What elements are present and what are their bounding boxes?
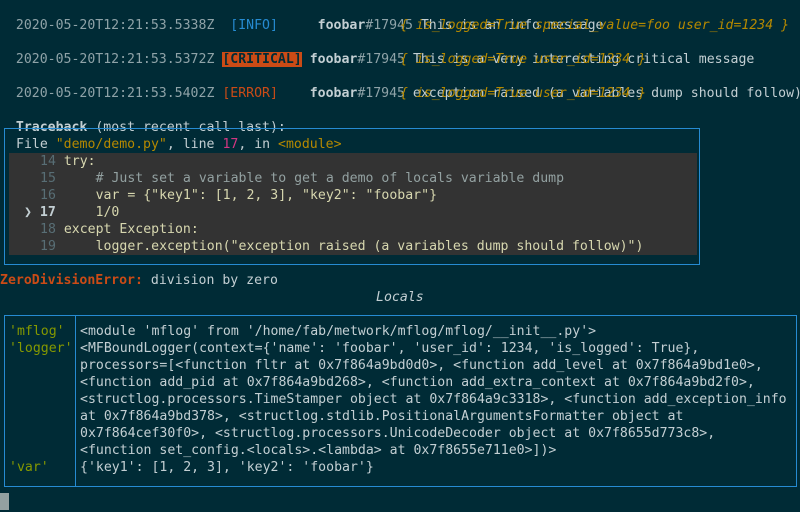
frame-module: <module>	[278, 137, 342, 152]
frame-in-word: , in	[238, 137, 279, 152]
log-context-critical: { is_logged=True user_id=1234 }	[400, 52, 647, 67]
local-value-logger-line: 0x7f864cef30f0>, <structlog.processors.U…	[80, 426, 716, 441]
code-line: 18 except Exception:	[40, 221, 199, 238]
code-line: 14 try:	[40, 153, 96, 170]
local-name-var: 'var'	[9, 460, 49, 475]
frame-location: File "demo/demo.py", line 17, in <module…	[16, 136, 342, 153]
log-timestamp: 2020-05-20T12:21:53.5338Z	[15, 18, 215, 33]
code-line-text: except Exception:	[63, 222, 199, 237]
code-line: 19 logger.exception("exception raised (a…	[40, 238, 643, 255]
log-timestamp: 2020-05-20T12:21:53.5372Z	[15, 52, 215, 67]
frame-line-word: , line	[166, 137, 223, 152]
code-line-number: 15	[40, 171, 56, 186]
code-line-number: 18	[40, 222, 56, 237]
code-line: 15 # Just set a variable to get a demo o…	[40, 170, 564, 187]
locals-title: Locals	[376, 290, 424, 305]
code-line-text: logger.exception("exception raised (a va…	[63, 239, 644, 254]
log-host: foobar	[309, 86, 358, 101]
exception-type: ZeroDivisionError:	[0, 273, 143, 288]
log-pid: #17945	[357, 52, 405, 67]
local-name-mflog: 'mflog'	[9, 324, 65, 339]
local-name-logger: 'logger'	[9, 341, 73, 356]
code-line-text: # Just set a variable to get a demo of l…	[63, 171, 565, 186]
current-line-marker-icon: ❯	[24, 205, 32, 220]
terminal-cursor[interactable]	[0, 493, 9, 510]
local-value-mflog: <module 'mflog' from '/home/fab/metwork/…	[80, 324, 597, 339]
local-value-logger-line: at 0x7f864a9bd378>, <structlog.stdlib.Po…	[80, 409, 684, 424]
local-value-logger-line: <structlog.processors.TimeStamper object…	[80, 392, 787, 407]
log-level-critical: [CRITICAL]	[222, 52, 302, 67]
local-value-logger-line: processors=[<function fltr at 0x7f864a9b…	[80, 358, 763, 373]
code-line-number: 19	[40, 239, 56, 254]
log-level-info: [INFO]	[230, 18, 278, 33]
log-host: foobar	[309, 52, 358, 67]
log-level-error: [ERROR]	[222, 86, 278, 101]
code-line-text: 1/0	[63, 205, 120, 220]
code-line-text: var = {"key1": [1, 2, 3], "key2": "fooba…	[63, 188, 438, 203]
code-line-number: 14	[40, 154, 56, 169]
frame-file-prefix: File	[16, 137, 56, 152]
local-value-var: {'key1': [1, 2, 3], 'key2': 'foobar'}	[80, 460, 374, 475]
log-context-error: { is_logged=True user_id=1234 }	[400, 86, 647, 101]
exception-line: ZeroDivisionError: division by zero	[0, 272, 278, 289]
code-line-current: ❯ 17 1/0	[24, 204, 119, 221]
code-line-number: 16	[40, 188, 56, 203]
code-line-number: 17	[39, 205, 56, 220]
code-line: 16 var = {"key1": [1, 2, 3], "key2": "fo…	[40, 187, 437, 204]
frame-file-name: "demo/demo.py"	[55, 137, 167, 152]
local-value-logger-line: <function add_pid at 0x7f864a9bd268>, <f…	[80, 375, 755, 390]
locals-column-divider	[75, 315, 76, 486]
local-value-logger-line: <function set_config.<locals>.<lambda> a…	[80, 443, 557, 458]
log-host: foobar	[317, 18, 366, 33]
log-timestamp: 2020-05-20T12:21:53.5402Z	[15, 86, 215, 101]
local-value-logger-line: <MFBoundLogger(context={'name': 'foobar'…	[80, 341, 700, 356]
log-pid: #17945	[357, 86, 405, 101]
code-line-text: try:	[63, 154, 96, 169]
exception-message: division by zero	[150, 273, 278, 288]
frame-line-number: 17	[222, 137, 239, 152]
log-context-info: { is_logged=True special_value=foo user_…	[400, 18, 790, 33]
